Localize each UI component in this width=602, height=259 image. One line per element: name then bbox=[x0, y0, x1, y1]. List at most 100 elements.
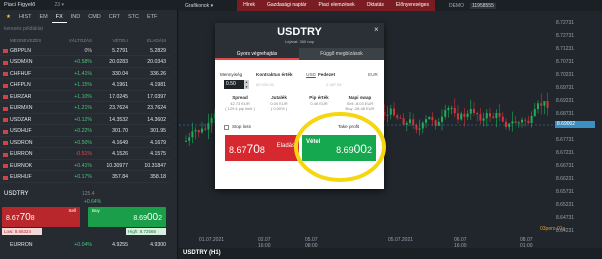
watchlist-row[interactable]: USDRON +0.50% 4.1649 4.1679 bbox=[0, 138, 170, 148]
current-price-tag: 8.69002 bbox=[555, 121, 595, 128]
watchlist-row-bottom[interactable]: EURRON +0.04% 4.9255 4.9300 bbox=[0, 240, 170, 250]
high-badge: High: 8.72566 bbox=[126, 228, 166, 235]
education-tab[interactable]: Oktatás bbox=[360, 0, 390, 11]
price-axis-label: 8.66231 bbox=[556, 176, 575, 182]
row-bid: 20.0283 bbox=[109, 59, 128, 65]
charts-menu[interactable]: Grafikonok ▾ bbox=[179, 3, 219, 9]
candle-body bbox=[425, 119, 427, 123]
tab-crt[interactable]: CRT bbox=[105, 11, 124, 23]
candle-body bbox=[428, 116, 431, 120]
tab-ind[interactable]: IND bbox=[67, 11, 84, 23]
price-axis-label: 8.72731 bbox=[556, 20, 575, 26]
calendar-tab[interactable]: Gazdasági naptár bbox=[261, 0, 313, 11]
tab-quick-execution[interactable]: Gyors végrehajtás bbox=[215, 48, 299, 60]
row-change: +0.58% bbox=[74, 59, 92, 65]
tab-fx[interactable]: FX bbox=[51, 11, 67, 23]
spread-label: Spread bbox=[232, 95, 248, 100]
flag-icon bbox=[3, 60, 8, 65]
col-bid[interactable]: VÉTELI bbox=[92, 38, 128, 46]
candle-body bbox=[210, 117, 213, 124]
tab-stc[interactable]: STC bbox=[124, 11, 143, 23]
candle-body bbox=[505, 121, 507, 128]
watchlist-row[interactable]: CHFHUF +1.41% 330.04 336.26 bbox=[0, 69, 170, 79]
candle-body bbox=[185, 140, 187, 142]
flag-icon bbox=[3, 175, 8, 180]
quantity-input[interactable]: 0.50 bbox=[224, 80, 244, 89]
watchlist-row[interactable]: EURNOK +0.41% 10.30977 10.31847 bbox=[0, 161, 170, 171]
candle-body bbox=[479, 114, 482, 121]
premium-tab[interactable]: Előnyereséges bbox=[389, 0, 435, 11]
watchlist-row[interactable]: EURRON -0.51% 4.1526 4.1575 bbox=[0, 150, 170, 160]
tab-cmd[interactable]: CMD bbox=[84, 11, 105, 23]
watchlist-row[interactable]: CHFPLN +1.15% 4.1961 4.1981 bbox=[0, 81, 170, 91]
chart-title: USDTRY (H1) bbox=[183, 250, 221, 256]
time-axis-label: 01.07.2021 bbox=[199, 237, 225, 243]
candle-body bbox=[415, 125, 418, 130]
candle-body bbox=[412, 119, 415, 126]
market-watch-count[interactable]: 23 ▾ bbox=[55, 2, 64, 8]
watchlist-row[interactable]: EURMXN +1.21% 23.7624 23.7624 bbox=[0, 104, 170, 114]
price-axis-label: 8.64731 bbox=[556, 215, 575, 221]
watchlist-rows: GBPPLN 0% 5.2791 5.2829 USDMXN +0.58% 20… bbox=[0, 46, 170, 186]
candle-body bbox=[533, 109, 536, 116]
sell-order-button[interactable]: Eladás 8.67708 bbox=[225, 135, 299, 161]
candle-body bbox=[418, 128, 421, 130]
candle-body bbox=[482, 118, 485, 121]
row-ask: 14.3602 bbox=[147, 116, 166, 123]
margin-currency: EUR bbox=[368, 72, 378, 77]
candle-body bbox=[389, 108, 392, 115]
col-name[interactable]: MEGNEVEZÉS bbox=[0, 38, 56, 46]
candle-body bbox=[469, 108, 472, 114]
watchlist-row[interactable]: USDZAR +0.12% 14.3532 14.3602 bbox=[0, 115, 170, 125]
sell-quick-button[interactable]: Sell 8.67708 bbox=[2, 207, 80, 227]
row-ask: 358.18 bbox=[150, 174, 166, 180]
tab-em[interactable]: EM bbox=[35, 11, 51, 23]
top-toolbar: Grafikonok ▾ Hírek Gazdasági naptár Piac… bbox=[179, 0, 602, 11]
row-name: CHFPLN bbox=[10, 82, 31, 88]
candle-body bbox=[489, 113, 491, 117]
col-ask[interactable]: ELADÁSI bbox=[128, 38, 166, 46]
row-change: +0.04% bbox=[74, 242, 92, 248]
stop-loss-checkbox[interactable] bbox=[224, 125, 229, 130]
candle-body bbox=[460, 113, 463, 120]
tab-etf[interactable]: ETF bbox=[143, 11, 161, 23]
watchlist-row[interactable]: GBPPLN 0% 5.2791 5.2829 bbox=[0, 46, 170, 56]
row-ask: 4.1981 bbox=[150, 82, 166, 88]
candle-body bbox=[521, 119, 523, 123]
buy-quick-button[interactable]: Buy 8.69002 bbox=[88, 207, 166, 227]
candle-body bbox=[453, 107, 456, 114]
candle-body bbox=[501, 116, 504, 122]
row-ask: 4.9300 bbox=[150, 242, 166, 248]
account-number[interactable]: 11958555 bbox=[469, 2, 496, 9]
watchlist-search-input[interactable]: keresés példáklat bbox=[4, 26, 104, 34]
watchlist-row[interactable]: EURHUF +0.17% 357.84 358.18 bbox=[0, 173, 170, 183]
flag-icon bbox=[3, 83, 8, 88]
watchlist-row[interactable]: USDHUF +0.22% 301.70 301.95 bbox=[0, 127, 170, 137]
quantity-stepper[interactable]: ▲ ▼ bbox=[244, 80, 249, 89]
price-axis-label: 8.65231 bbox=[556, 202, 575, 208]
buy-quick-label: Buy bbox=[92, 208, 100, 213]
watchlist-row[interactable]: EURZAR +1.10% 17.0245 17.0397 bbox=[0, 92, 170, 102]
tab-pending-orders[interactable]: Függő megbízások bbox=[299, 48, 384, 60]
row-change: +1.21% bbox=[74, 105, 92, 111]
row-name: USDHUF bbox=[10, 128, 32, 134]
sell-quick-label: Sell bbox=[68, 208, 76, 213]
candle-body bbox=[466, 113, 469, 117]
account-mode[interactable]: DEMO bbox=[443, 3, 470, 9]
row-name: EURHUF bbox=[10, 174, 32, 180]
commission-label: Jutalék bbox=[271, 95, 287, 100]
analysis-tab[interactable]: Piaci elemzések bbox=[312, 0, 361, 11]
candle-body bbox=[444, 110, 447, 117]
market-watch-header: Piaci Figyelő 23 ▾ bbox=[0, 0, 178, 10]
col-change[interactable]: VÁLTOZÁS bbox=[56, 38, 92, 46]
flag-icon bbox=[3, 152, 8, 157]
tab-favorites[interactable]: ★ bbox=[2, 11, 15, 23]
tab-hist[interactable]: HIST bbox=[15, 11, 36, 23]
close-icon[interactable]: × bbox=[374, 25, 379, 34]
news-tab[interactable]: Hírek bbox=[237, 0, 262, 11]
row-ask: 5.2829 bbox=[150, 47, 166, 54]
candle-body bbox=[457, 113, 459, 120]
watchlist-row[interactable]: USDMXN +0.58% 20.0283 20.0343 bbox=[0, 58, 170, 68]
watchlist-column-headers: MEGNEVEZÉS VÁLTOZÁS VÉTELI ELADÁSI bbox=[0, 38, 170, 46]
candle-body bbox=[409, 119, 411, 124]
